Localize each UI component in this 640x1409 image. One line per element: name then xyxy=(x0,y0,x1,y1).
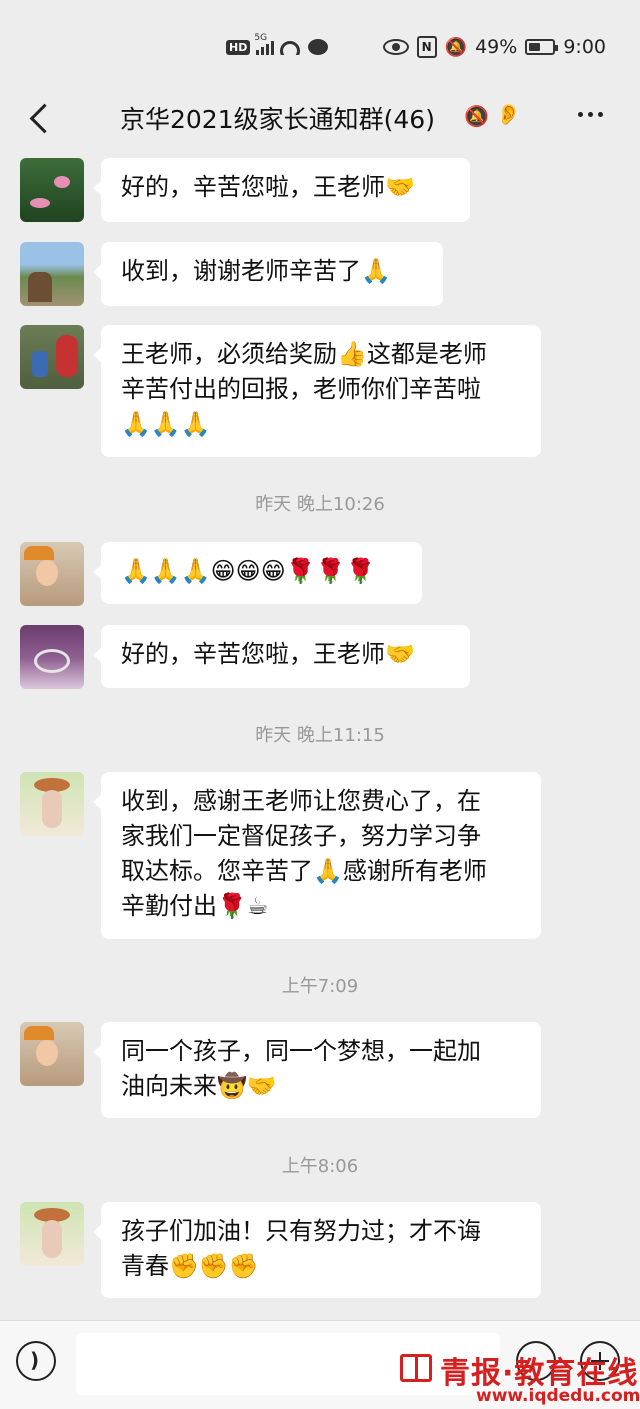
timestamp: 上午7:09 xyxy=(281,976,359,997)
chat-header: 京华2021级家长通知群(46) 🔕 👂 xyxy=(0,90,640,150)
battery-icon xyxy=(525,39,559,55)
family-avatar[interactable] xyxy=(20,542,84,606)
voice-icon[interactable] xyxy=(16,1341,56,1381)
hd-badge: HD xyxy=(226,39,251,55)
ring-avatar[interactable] xyxy=(20,625,84,689)
network-label: 5G xyxy=(254,33,268,43)
timestamp: 上午8:06 xyxy=(281,1156,359,1177)
signal-icon: 5G xyxy=(254,33,275,55)
status-left-icons: HD 5G xyxy=(226,33,329,58)
timestamp: 昨天 晚上10:26 xyxy=(255,494,385,515)
girl-avatar[interactable] xyxy=(20,1202,84,1266)
chat-title: 京华2021级家长通知群(46) xyxy=(120,105,435,134)
message-bubble[interactable]: 好的，辛苦您啦，王老师🤝 xyxy=(93,158,470,222)
message-bubble[interactable]: 同一个孩子，同一个梦想，一起加 油向未来🤠🤝 xyxy=(93,1022,541,1118)
mute-icon: 🔕 xyxy=(464,104,489,128)
wifi-icon xyxy=(280,39,302,55)
eye-icon xyxy=(382,39,409,55)
watermark: 青报·教育在线 www.iqdedu.com xyxy=(400,1348,640,1408)
clock: 9:00 xyxy=(563,36,606,58)
nfc-icon: N xyxy=(416,36,437,58)
battery-fill xyxy=(529,43,541,51)
ear-icon: 👂 xyxy=(496,102,521,126)
girl-avatar[interactable] xyxy=(20,772,84,836)
message-bubble[interactable]: 收到，感谢王老师让您费心了，在 家我们一定督促孩子，努力学习争 取达标。您辛苦了… xyxy=(93,772,541,939)
watermark-url: www.iqdedu.com xyxy=(476,1386,640,1406)
back-icon[interactable] xyxy=(22,98,62,138)
bell-off-icon: 🔕 xyxy=(444,36,468,58)
status-bar: HD 5G N 🔕 49% 9:00 xyxy=(0,0,640,90)
message-bubble[interactable]: 好的，辛苦您啦，王老师🤝 xyxy=(93,625,470,688)
message-bubble[interactable]: 收到，谢谢老师辛苦了🙏 xyxy=(93,242,443,306)
outdoor-avatar[interactable] xyxy=(20,242,84,306)
notification-chat-icon xyxy=(308,39,329,55)
message-bubble[interactable]: 孩子们加油！只有努力过；才不诲 青春✊✊✊ xyxy=(93,1202,541,1298)
book-logo-icon xyxy=(400,1354,432,1382)
more-icon[interactable] xyxy=(578,112,603,117)
family-avatar[interactable] xyxy=(20,1022,84,1086)
minnie-avatar[interactable] xyxy=(20,325,84,389)
message-bubble[interactable]: 王老师，必须给奖励👍这都是老师 辛苦付出的回报，老师你们辛苦啦 🙏🙏🙏 xyxy=(93,325,541,457)
status-right-icons: N 🔕 49% 9:00 xyxy=(382,36,606,58)
message-bubble[interactable]: 🙏🙏🙏😁😁😁🌹🌹🌹 xyxy=(93,542,422,604)
timestamp: 昨天 晚上11:15 xyxy=(255,725,385,746)
battery-percent: 49% xyxy=(475,36,518,58)
lotus-avatar[interactable] xyxy=(20,158,84,222)
